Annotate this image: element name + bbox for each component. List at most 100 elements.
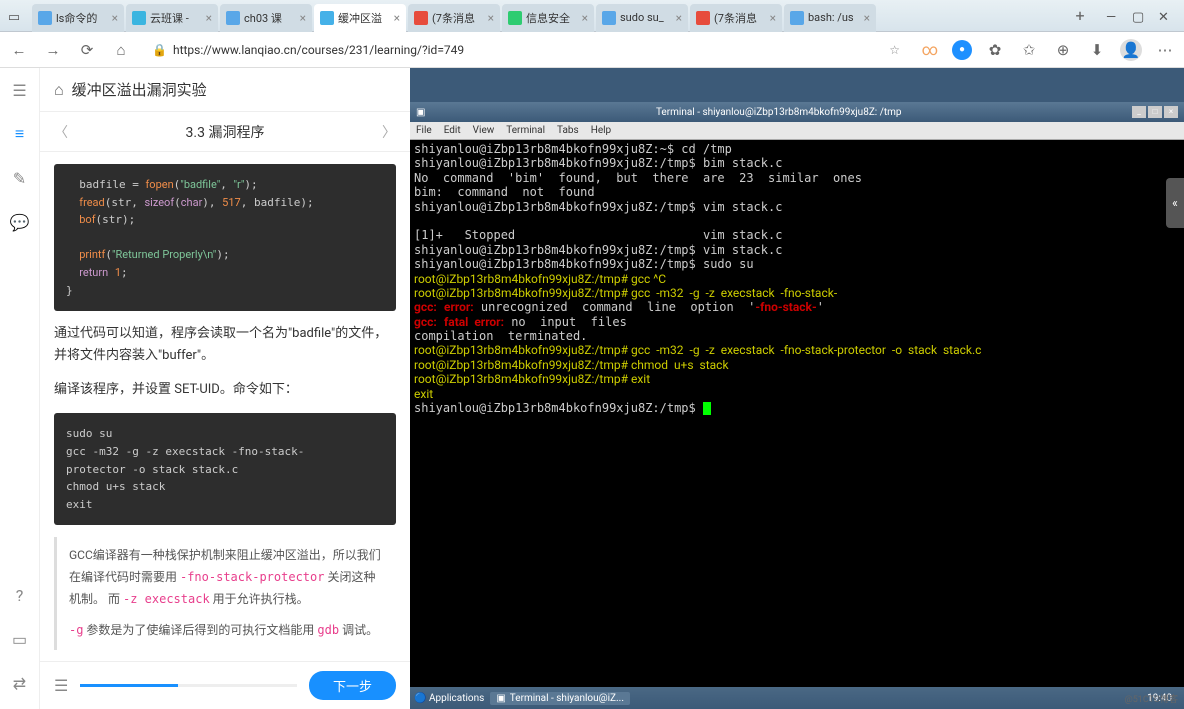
new-tab-button[interactable]: + [1068, 6, 1092, 25]
favicon [790, 11, 804, 25]
lesson-title: 缓冲区溢出漏洞实验 [72, 79, 207, 100]
home-button[interactable]: ⌂ [110, 39, 132, 61]
term-menu-item[interactable]: Tabs [557, 125, 579, 136]
favicon [38, 11, 52, 25]
favorites-icon[interactable]: ✩ [1018, 39, 1040, 61]
term-min-button[interactable]: _ [1132, 106, 1146, 118]
browser-tab[interactable]: sudo su_× [596, 4, 688, 32]
tab-close-icon[interactable]: × [582, 11, 588, 25]
browser-tab[interactable]: ch03 课 × [220, 4, 312, 32]
tab-close-icon[interactable]: × [488, 11, 494, 25]
bookmark-icon[interactable]: ☆ [889, 43, 900, 57]
tab-close-icon[interactable]: × [112, 11, 118, 25]
lesson-sidebar-bottom: ? ▭ ⇄ [0, 573, 40, 709]
menu-button[interactable]: ⋯ [1154, 39, 1176, 61]
ext-icon-1[interactable]: ∞ [920, 40, 940, 60]
window-titlebar: ▭ ls命令的×云班课 -×ch03 课×缓冲区溢×(7条消息×信息安全×sud… [0, 0, 1184, 32]
favicon [696, 11, 710, 25]
tab-close-icon[interactable]: × [394, 11, 400, 25]
apps-menu[interactable]: 🔵 Applications [414, 693, 484, 704]
minimize-button[interactable]: — [1106, 10, 1118, 22]
browser-tab[interactable]: bash: /us × [784, 4, 876, 32]
terminal-title: Terminal - shiyanlou@iZbp13rb8m4bkofn99x… [425, 107, 1132, 118]
tab-label: bash: /us [808, 11, 860, 24]
tab-label: 云班课 - [150, 10, 202, 26]
lesson-sidebar: ☰ ≡ ✎ 💬 [0, 68, 40, 232]
favicon [508, 11, 522, 25]
term-menu-item[interactable]: Edit [444, 125, 461, 136]
section-title: 3.3 漏洞程序 [186, 122, 265, 142]
taskbar-terminal[interactable]: ▣ Terminal - shiyanlou@iZ... [490, 692, 630, 705]
browser-tab[interactable]: (7条消息 × [408, 4, 500, 32]
code-block-1: badfile = fopen("badfile", "r"); fread(s… [54, 164, 396, 311]
tab-close-icon[interactable]: × [770, 11, 776, 25]
term-max-button[interactable]: □ [1148, 106, 1162, 118]
tab-label: 信息安全 [526, 10, 578, 26]
url-text: https://www.lanqiao.cn/courses/231/learn… [173, 43, 464, 57]
tab-close-icon[interactable]: × [300, 11, 306, 25]
term-menu-item[interactable]: Terminal [506, 125, 545, 136]
help-icon[interactable]: ? [10, 585, 30, 605]
tab-bar: ls命令的×云班课 -×ch03 课×缓冲区溢×(7条消息×信息安全×sudo … [28, 0, 1068, 32]
paragraph-2: 编译该程序，并设置 SET-UID。命令如下： [54, 379, 396, 401]
toc-icon[interactable]: ☰ [54, 676, 68, 695]
browser-tab[interactable]: 缓冲区溢 × [314, 4, 406, 32]
favicon [602, 11, 616, 25]
next-section-button[interactable]: 〉 [382, 122, 396, 142]
watermark: @51CTO博客 [1125, 692, 1178, 705]
edit-icon[interactable]: ✎ [10, 168, 30, 188]
term-menu-item[interactable]: File [416, 125, 432, 136]
paragraph-1: 通过代码可以知道，程序会读取一个名为"badfile"的文件，并将文件内容装入"… [54, 323, 396, 367]
favicon [414, 11, 428, 25]
forward-button[interactable]: → [42, 39, 64, 61]
terminal-icon: ▣ [416, 107, 425, 118]
terminal-body[interactable]: shiyanlou@iZbp13rb8m4bkofn99xju8Z:~$ cd … [410, 140, 1184, 687]
save-icon[interactable]: ▭ [10, 629, 30, 649]
term-close-button[interactable]: × [1164, 106, 1178, 118]
browser-tab[interactable]: 信息安全 × [502, 4, 594, 32]
tab-close-icon[interactable]: × [206, 11, 212, 25]
progress-bar[interactable] [80, 684, 297, 687]
term-menu-item[interactable]: View [473, 125, 495, 136]
list-icon[interactable]: ≡ [10, 124, 30, 144]
next-button[interactable]: 下一步 [309, 671, 396, 700]
close-button[interactable]: ✕ [1158, 10, 1170, 22]
vm-desktop-top [410, 68, 1184, 102]
term-menu-item[interactable]: Help [591, 125, 611, 136]
prev-section-button[interactable]: 〈 [54, 122, 68, 142]
switch-icon[interactable]: ⇄ [10, 673, 30, 693]
collections-icon[interactable]: ⊕ [1052, 39, 1074, 61]
vm-panel: ▣ Terminal - shiyanlou@iZbp13rb8m4bkofn9… [410, 68, 1184, 709]
lesson-panel: ⌂ 缓冲区溢出漏洞实验 〈 3.3 漏洞程序 〉 badfile = fopen… [40, 68, 410, 709]
favicon [132, 11, 146, 25]
browser-toolbar: ← → ⟳ ⌂ 🔒 https://www.lanqiao.cn/courses… [0, 32, 1184, 68]
url-bar[interactable]: 🔒 https://www.lanqiao.cn/courses/231/lea… [144, 37, 908, 63]
chat-icon[interactable]: 💬 [10, 212, 30, 232]
tab-label: ch03 课 [244, 10, 296, 26]
browser-tab[interactable]: ls命令的 × [32, 4, 124, 32]
lesson-home-icon[interactable]: ⌂ [54, 80, 64, 100]
browser-tab[interactable]: (7条消息× [690, 4, 782, 32]
tab-close-icon[interactable]: × [676, 11, 682, 25]
lesson-body: badfile = fopen("badfile", "r"); fread(s… [40, 152, 410, 661]
favicon [320, 11, 334, 25]
outline-icon[interactable]: ☰ [10, 80, 30, 100]
maximize-button[interactable]: ▢ [1132, 10, 1144, 22]
tab-close-icon[interactable]: × [864, 11, 870, 25]
collapse-handle[interactable]: « [1166, 178, 1184, 228]
tab-label: ls命令的 [56, 10, 108, 26]
terminal-window: ▣ Terminal - shiyanlou@iZbp13rb8m4bkofn9… [410, 102, 1184, 687]
favicon [226, 11, 240, 25]
downloads-icon[interactable]: ⬇ [1086, 39, 1108, 61]
terminal-menu: File Edit View Terminal Tabs Help [410, 122, 1184, 140]
ext-icon-3[interactable]: ✿ [984, 39, 1006, 61]
profile-icon[interactable]: 👤 [1120, 39, 1142, 61]
browser-tab[interactable]: 云班课 - × [126, 4, 218, 32]
lock-icon: 🔒 [152, 43, 167, 57]
back-button[interactable]: ← [8, 39, 30, 61]
tabs-icon[interactable]: ▭ [8, 10, 20, 25]
tab-label: 缓冲区溢 [338, 10, 390, 26]
tab-label: (7条消息 [432, 10, 484, 26]
ext-icon-2[interactable]: ● [952, 40, 972, 60]
reload-button[interactable]: ⟳ [76, 39, 98, 61]
